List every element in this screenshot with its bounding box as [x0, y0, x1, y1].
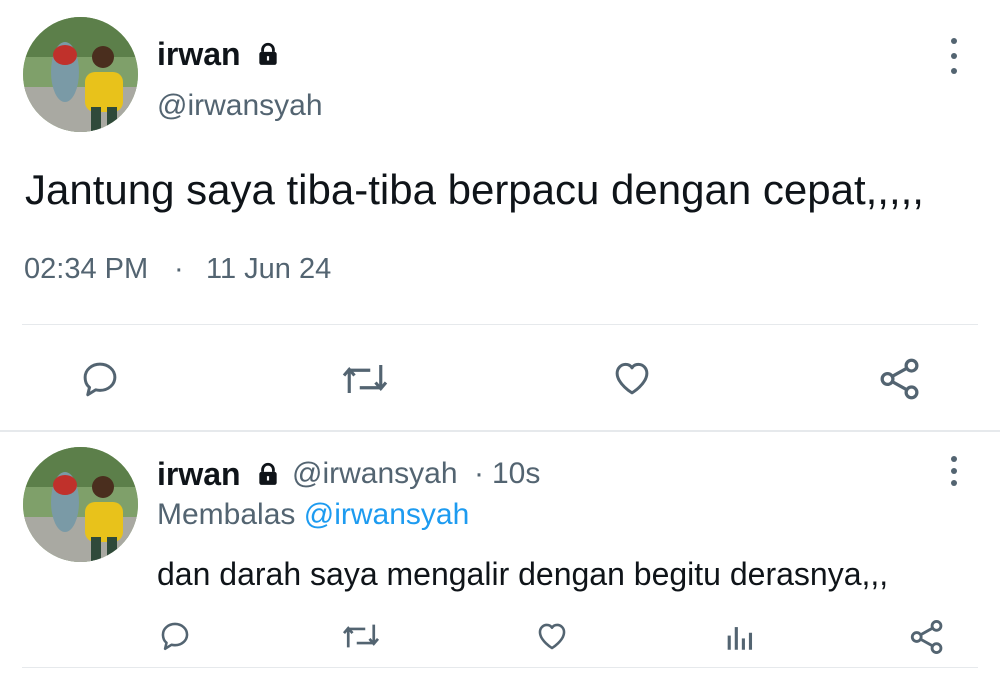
replying-to-link[interactable]: @irwansyah	[304, 498, 470, 531]
avatar-photo	[23, 447, 138, 562]
share-icon[interactable]	[877, 356, 923, 402]
display-name[interactable]: irwan	[157, 35, 241, 73]
tweet-text: dan darah saya mengalir dengan begitu de…	[157, 556, 889, 592]
replying-prefix: Membalas	[157, 498, 296, 531]
avatar[interactable]	[23, 447, 138, 562]
lock-icon	[255, 41, 281, 67]
reply-icon[interactable]	[78, 358, 122, 400]
reply-icon[interactable]	[157, 619, 193, 653]
lock-icon	[255, 461, 281, 487]
like-icon[interactable]	[533, 619, 571, 653]
tweet-age[interactable]: 10s	[492, 456, 540, 492]
replying-to-label: Membalas @irwansyah	[157, 497, 469, 533]
meta-separator: ·	[174, 253, 184, 285]
more-options-icon[interactable]	[946, 456, 962, 486]
display-name[interactable]: irwan	[157, 455, 241, 493]
tweet-time[interactable]: 02:34 PM	[24, 251, 148, 287]
retweet-icon[interactable]	[340, 358, 390, 400]
tweet-text: Jantung saya tiba-tiba berpacu dengan ce…	[25, 166, 924, 213]
analytics-icon[interactable]	[722, 620, 756, 654]
share-icon[interactable]	[908, 618, 946, 656]
divider	[0, 430, 1000, 432]
meta-separator: ·	[474, 457, 484, 490]
more-options-icon[interactable]	[946, 38, 962, 74]
like-icon[interactable]	[609, 357, 655, 399]
retweet-icon[interactable]	[341, 619, 381, 653]
avatar-photo	[23, 17, 138, 132]
divider	[22, 324, 978, 325]
tweet-date[interactable]: 11 Jun 24	[206, 251, 331, 287]
user-handle[interactable]: @irwansyah	[292, 456, 458, 492]
avatar[interactable]	[23, 17, 138, 132]
divider	[22, 667, 978, 668]
user-handle[interactable]: @irwansyah	[157, 88, 323, 124]
